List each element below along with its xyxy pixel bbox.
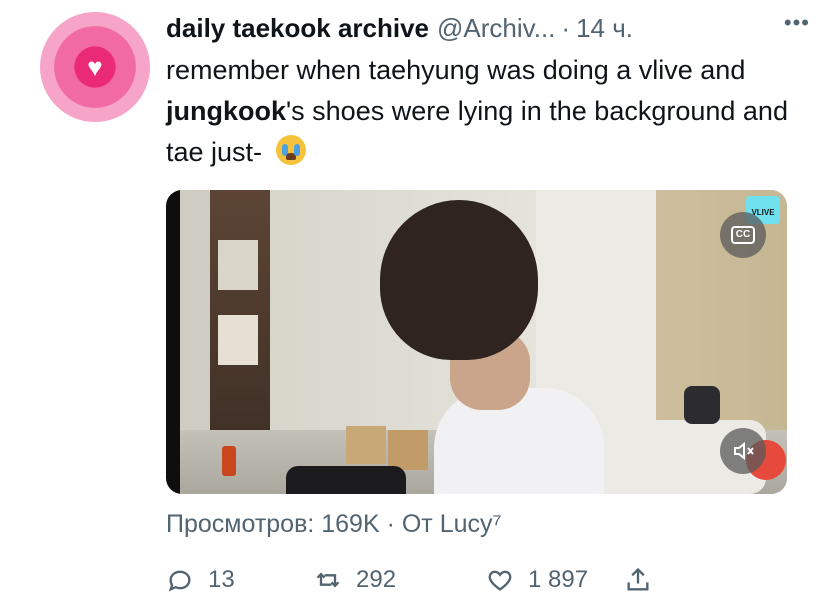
tweet-text: remember when taehyung was doing a vlive… (166, 50, 806, 173)
video-shelf (210, 190, 270, 455)
mute-button[interactable] (720, 428, 766, 474)
video-cloth (286, 466, 406, 494)
video-person-hair (380, 200, 538, 360)
author-name[interactable]: daily taekook archive (166, 13, 429, 44)
author-handle[interactable]: @Archiv... (437, 13, 555, 44)
speaker-muted-icon (734, 441, 754, 461)
views-line: Просмотров: 169K · От Lucy⁷ (166, 510, 502, 538)
loudly-crying-face-icon (275, 135, 306, 165)
video-bag (684, 386, 720, 424)
video-box (388, 430, 428, 470)
separator-dot: · (561, 12, 571, 43)
video-left-bar (166, 190, 180, 494)
retweet-count: 292 (356, 566, 397, 593)
tweet-text-part1: remember when taehyung was doing a vlive… (166, 55, 746, 85)
share-button[interactable] (624, 558, 652, 602)
share-icon (627, 567, 649, 591)
like-count: 1 897 (528, 566, 589, 593)
retweet-icon (316, 572, 340, 588)
video-can (222, 446, 236, 476)
reply-icon (168, 570, 191, 592)
timestamp[interactable]: 14 ч. (576, 13, 633, 44)
retweet-button[interactable]: 292 (314, 558, 396, 602)
tweet-text-mention: jungkook (166, 96, 286, 126)
video-player[interactable]: VLIVE CC (166, 190, 787, 494)
more-options-icon[interactable]: ••• (784, 10, 810, 36)
action-bar: 13 292 1 897 (166, 558, 786, 602)
avatar[interactable]: ♥ (40, 12, 150, 122)
tweet-header: daily taekook archive @Archiv... · 14 ч. (166, 10, 818, 46)
video-box (346, 426, 386, 464)
like-button[interactable]: 1 897 (486, 558, 588, 602)
captions-button[interactable]: CC (720, 212, 766, 258)
heart-icon: ♥ (87, 52, 103, 82)
captions-icon: CC (730, 226, 756, 244)
heart-outline-icon (488, 570, 512, 591)
reply-button[interactable]: 13 (166, 558, 235, 602)
reply-count: 13 (208, 566, 235, 593)
video-person-shirt (434, 388, 604, 494)
